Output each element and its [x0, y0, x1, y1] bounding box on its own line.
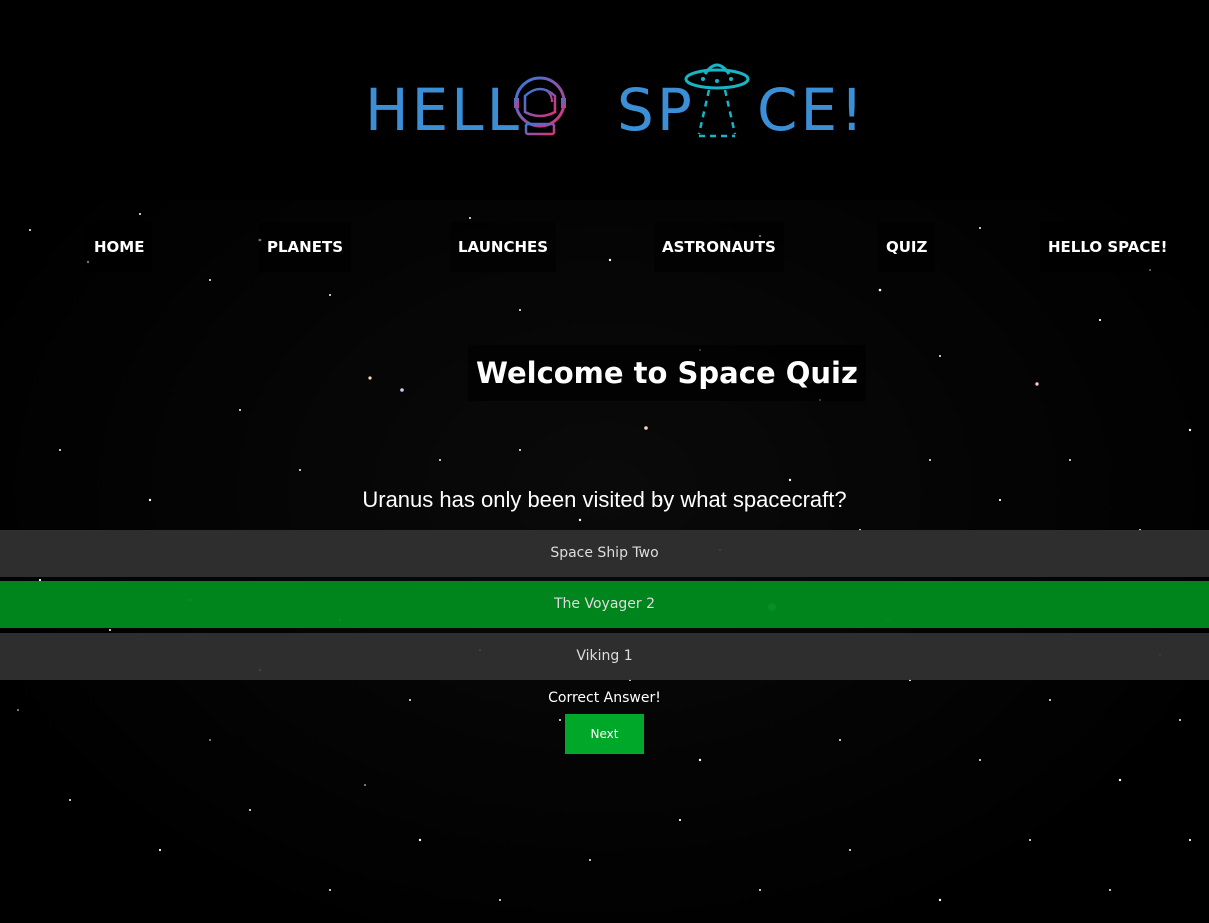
page: HELL SP CE! HOME PLANETS LAUNCHES ASTRON…	[0, 0, 1209, 923]
answer-option-3[interactable]: Viking 1	[0, 633, 1209, 680]
answer-option-1[interactable]: Space Ship Two	[0, 530, 1209, 577]
nav-home[interactable]: HOME	[86, 222, 153, 272]
nav-astronauts[interactable]: ASTRONAUTS	[654, 222, 784, 272]
header: HELL SP CE!	[0, 0, 1209, 200]
astronaut-helmet-icon	[514, 76, 566, 136]
logo-text-ce: CE!	[757, 76, 867, 144]
answer-feedback: Correct Answer!	[548, 690, 661, 706]
next-button[interactable]: Next	[565, 714, 644, 754]
quiz-question: Uranus has only been visited by what spa…	[362, 487, 847, 512]
logo-text-hello: HELL	[365, 76, 522, 144]
nav-quiz[interactable]: QUIZ	[878, 222, 936, 272]
page-title: Welcome to Space Quiz	[468, 345, 866, 402]
hello-space-logo[interactable]: HELL SP CE!	[365, 58, 863, 148]
nav-launches[interactable]: LAUNCHES	[450, 222, 557, 272]
ufo-icon	[684, 63, 750, 138]
nav-hello-space[interactable]: HELLO SPACE!	[1040, 222, 1176, 272]
answer-option-2-correct[interactable]: The Voyager 2	[0, 581, 1209, 628]
nav-planets[interactable]: PLANETS	[259, 222, 351, 272]
main-navigation: HOME PLANETS LAUNCHES ASTRONAUTS QUIZ HE…	[0, 222, 1209, 272]
